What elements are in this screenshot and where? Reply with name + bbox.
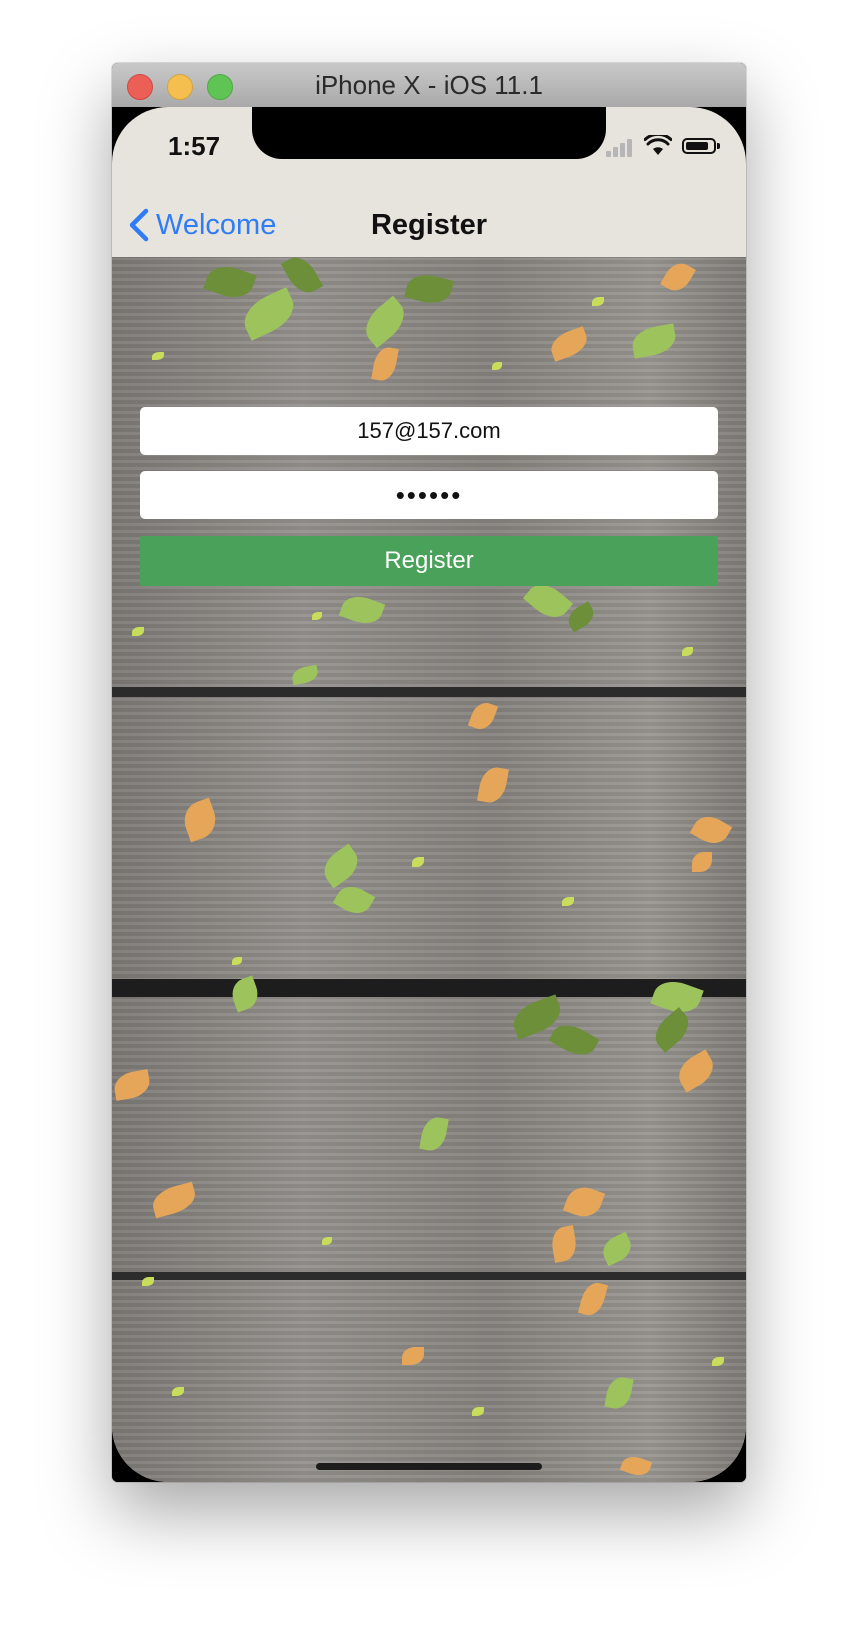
leaf-decoration <box>322 1237 332 1245</box>
leaf-decoration <box>712 1357 724 1366</box>
leaf-decoration <box>172 1387 184 1396</box>
page-title: Register <box>370 209 488 241</box>
leaf-decoration <box>142 1277 154 1286</box>
register-button[interactable]: Register <box>140 536 718 586</box>
leaf-decoration <box>237 287 301 341</box>
leaf-decoration <box>547 326 591 362</box>
leaf-decoration <box>472 1407 484 1416</box>
leaf-decoration <box>548 1017 600 1063</box>
window-titlebar: iPhone X - iOS 11.1 <box>112 63 746 108</box>
leaf-decoration <box>604 1375 634 1411</box>
leaf-decoration <box>629 323 679 359</box>
leaf-decoration <box>178 797 222 843</box>
leaf-decoration <box>132 627 144 636</box>
leaf-decoration <box>332 880 376 920</box>
leaf-decoration <box>682 647 693 656</box>
leaf-decoration <box>660 258 696 296</box>
leaf-decoration <box>402 1347 424 1365</box>
leaf-decoration <box>412 857 424 867</box>
status-bar: 1:57 <box>112 107 746 193</box>
leaf-decoration <box>598 1231 636 1267</box>
leaf-decoration <box>338 590 386 630</box>
leaf-decoration <box>357 295 413 349</box>
leaf-decoration <box>549 1225 579 1263</box>
leaf-decoration <box>312 612 322 620</box>
app-display: 1:57 Welcome Register 157@157.com ••••••… <box>112 107 746 1482</box>
leaf-decoration <box>562 897 574 906</box>
leaf-decoration <box>648 1007 696 1053</box>
leaf-decoration <box>227 975 263 1013</box>
home-indicator[interactable] <box>316 1463 542 1470</box>
leaf-decoration <box>203 260 257 304</box>
leaf-decoration <box>577 1279 609 1319</box>
device-notch <box>252 107 606 159</box>
leaf-decoration <box>692 852 712 872</box>
status-time: 1:57 <box>168 131 221 161</box>
phone-screen: 1:57 Welcome Register 157@157.com ••••••… <box>112 107 746 1482</box>
leaf-decoration <box>592 297 604 306</box>
leaf-decoration <box>477 765 509 805</box>
leaf-decoration <box>619 1452 653 1480</box>
leaf-decoration <box>371 345 399 383</box>
leaf-decoration <box>232 957 242 965</box>
leaf-decoration <box>672 1049 720 1093</box>
leaf-decoration <box>467 699 499 733</box>
simulator-window: iPhone X - iOS 11.1 1:57 Welcome Registe… <box>112 63 746 1482</box>
leaf-decoration <box>149 1181 199 1219</box>
email-field[interactable] <box>140 407 718 455</box>
navigation-bar: Welcome Register <box>112 193 746 258</box>
leaf-decoration <box>419 1115 449 1153</box>
leaf-decoration <box>404 269 454 309</box>
leaf-decoration <box>562 1182 606 1222</box>
leaf-decoration <box>317 843 365 889</box>
password-field[interactable] <box>140 471 718 519</box>
leaf-decoration <box>152 352 164 360</box>
leaf-decoration <box>492 362 502 370</box>
window-title: iPhone X - iOS 11.1 <box>315 70 543 100</box>
leaf-decoration <box>112 1069 152 1101</box>
wifi-icon <box>644 135 672 155</box>
cellular-signal-icon <box>606 139 636 157</box>
battery-icon <box>682 138 720 154</box>
leaf-decoration <box>689 810 733 850</box>
leaf-decoration <box>290 664 320 686</box>
